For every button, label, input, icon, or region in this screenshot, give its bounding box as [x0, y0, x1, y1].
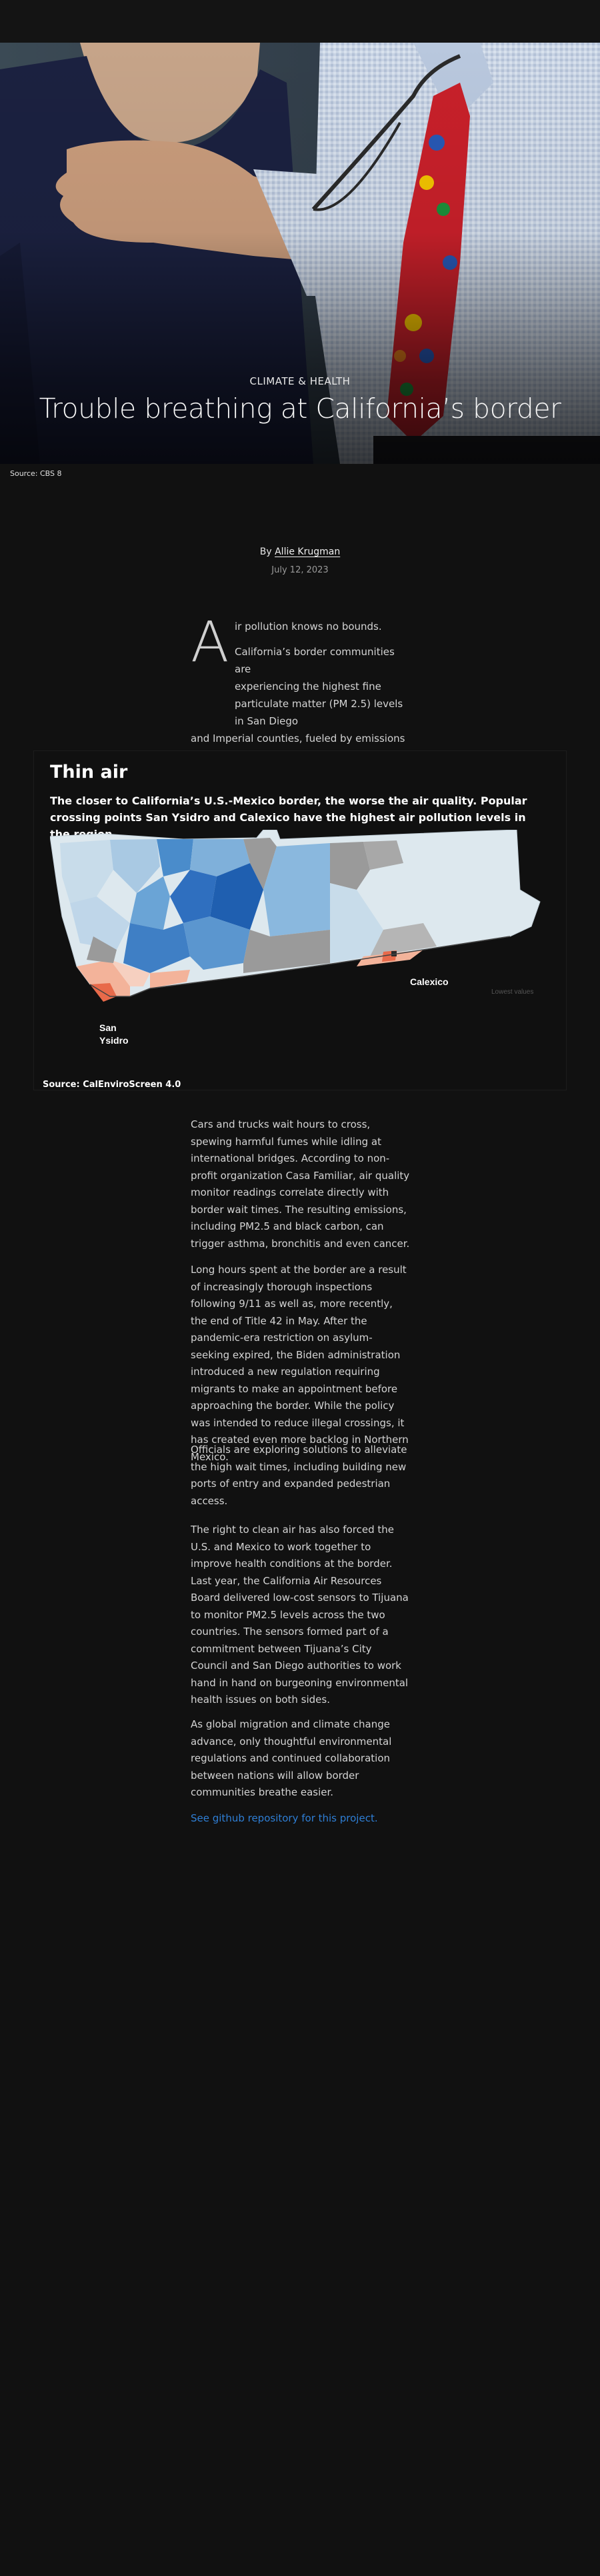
lede-line-3: particulate matter (PM 2.5) levels in Sa…: [235, 698, 403, 727]
drop-cap: A: [191, 609, 229, 674]
lede: A ir pollution knows no bounds. Californ…: [191, 614, 411, 764]
lede-line-1: California’s border communities are: [235, 646, 395, 675]
section-kicker[interactable]: CLIMATE & HEALTH: [0, 375, 600, 387]
body-paragraph-2: Long hours spent at the border are a res…: [191, 1262, 411, 1466]
map-legend-label: Lowest values: [491, 988, 533, 996]
map-label-san-ysidro-line2: Ysidro: [99, 1035, 129, 1046]
page-title: Trouble breathing at California’s border: [39, 393, 561, 425]
publish-date: July 12, 2023: [271, 565, 329, 575]
body-text-2: Long hours spent at the border are a res…: [191, 1264, 409, 1463]
hero: CLIMATE & HEALTH Trouble breathing at Ca…: [0, 43, 600, 464]
body-text-3: Officials are exploring solutions to all…: [191, 1444, 407, 1507]
body-paragraph-3: Officials are exploring solutions to all…: [191, 1442, 411, 1510]
repo-link-wrap: See github repository for this project.: [191, 1812, 411, 1824]
map-card: Thin air The closer to California’s U.S.…: [33, 750, 567, 1090]
byline: By Allie Krugman: [0, 547, 600, 557]
map-title: Thin air: [50, 762, 128, 782]
map-source: Source: CalEnviroScreen 4.0: [43, 1080, 181, 1090]
body-text-5: As global migration and climate change a…: [191, 1718, 392, 1798]
map-label-san-ysidro-line1: San: [99, 1022, 117, 1033]
lede-paragraph-2-lines: California’s border communities are expe…: [235, 643, 411, 730]
author-link[interactable]: Allie Krugman: [275, 547, 340, 557]
body-text-4: The right to clean air has also forced t…: [191, 1524, 409, 1706]
lede-line-2: experiencing the highest fine: [235, 680, 381, 692]
image-source: Source: CBS 8: [10, 469, 62, 478]
body-paragraph-1: Cars and trucks wait hours to cross, spe…: [191, 1116, 411, 1252]
lede-paragraph-1: ir pollution knows no bounds.: [235, 621, 382, 633]
top-bar: [0, 0, 600, 43]
body-text-1: Cars and trucks wait hours to cross, spe…: [191, 1118, 410, 1250]
github-repo-link[interactable]: See github repository for this project.: [191, 1812, 378, 1824]
body-paragraph-5: As global migration and climate change a…: [191, 1716, 411, 1802]
body-paragraph-4: The right to clean air has also forced t…: [191, 1522, 411, 1709]
byline-prefix: By: [259, 547, 275, 557]
map-label-calexico: Calexico: [410, 976, 449, 987]
border-pollution-map[interactable]: San Ysidro Calexico Lowest values: [50, 830, 557, 1146]
